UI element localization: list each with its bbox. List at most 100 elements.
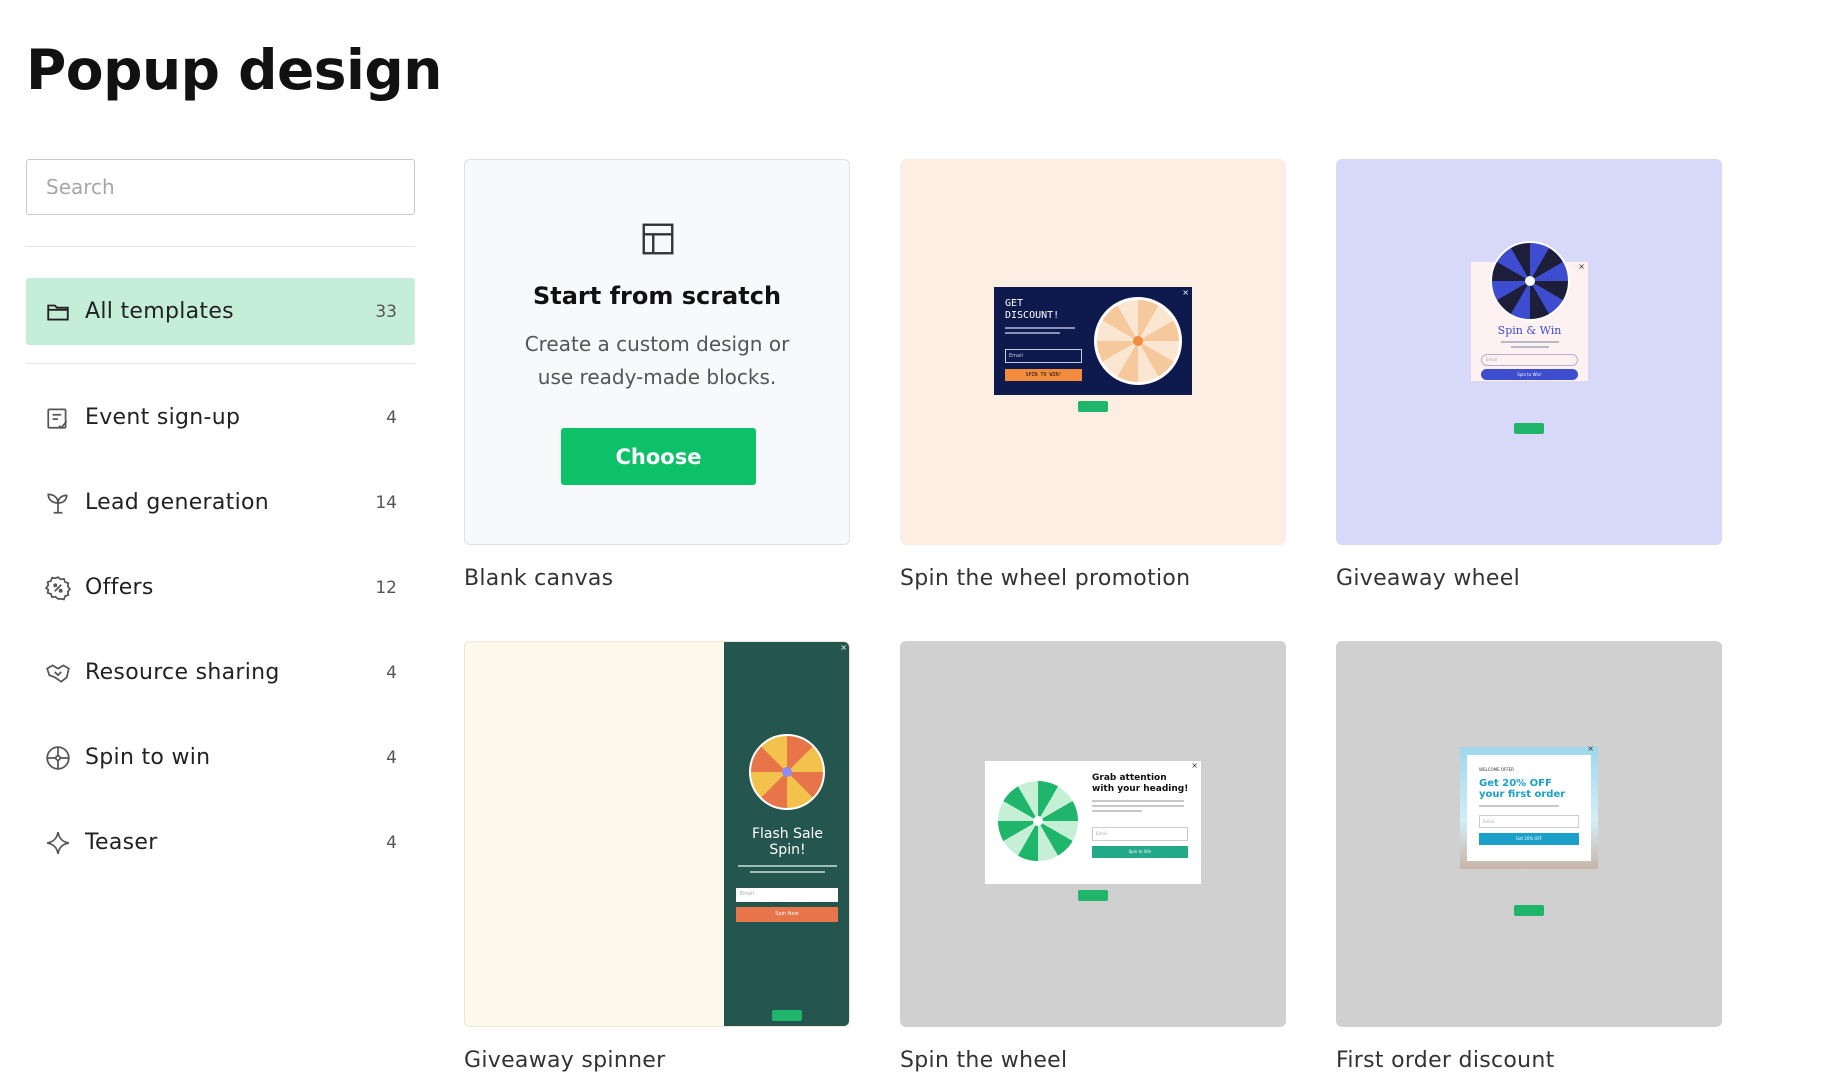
template-title[interactable]: Giveaway wheel xyxy=(1336,566,1722,591)
template-title[interactable]: Giveaway spinner xyxy=(464,1048,850,1073)
close-icon: × xyxy=(1578,262,1585,271)
template-thumbnail[interactable]: × Spin & Win Email Spin to Win! xyxy=(1336,159,1722,545)
start-from-scratch-heading: Start from scratch xyxy=(532,282,782,310)
preview-cta: Spin to Win! xyxy=(1481,369,1578,380)
choose-button[interactable]: Choose xyxy=(561,428,756,485)
preview-email-input: Email xyxy=(1481,354,1578,366)
wheel-center xyxy=(1525,276,1535,286)
template-card-first-order-discount[interactable]: WELCOME OFFER Get 20% OFF your first ord… xyxy=(1336,641,1722,1073)
preview-heading-line: DISCOUNT! xyxy=(1005,310,1060,321)
template-card-blank-canvas[interactable]: Start from scratch Create a custom desig… xyxy=(464,159,850,591)
preview-heading: Flash Sale Spin! xyxy=(724,826,849,858)
template-title[interactable]: Spin the wheel promotion xyxy=(900,566,1286,591)
preview-text xyxy=(738,865,837,867)
sidebar-item-teaser[interactable]: Teaser 4 xyxy=(26,800,415,885)
template-card-spin-the-wheel-promotion[interactable]: GET DISCOUNT! Email SPIN TO WIN! × Spin … xyxy=(900,159,1286,591)
preview-cta: Get 20% OFF xyxy=(1479,833,1579,845)
brand-badge xyxy=(1078,890,1108,901)
preview-email-input: Email xyxy=(1005,349,1082,363)
sparkle-icon xyxy=(44,829,72,857)
sidebar: All templates 33 Event sign-up 4 Lead ge… xyxy=(26,159,415,885)
template-card-giveaway-spinner[interactable]: × Flash Sale Spin! Email Spin Now Giveaw… xyxy=(464,641,850,1073)
preview-text xyxy=(1501,341,1559,343)
close-icon: × xyxy=(1191,761,1198,770)
template-title[interactable]: Spin the wheel xyxy=(900,1048,1286,1073)
sidebar-item-label: Event sign-up xyxy=(85,405,241,430)
preview-heading-line: GET xyxy=(1005,298,1024,309)
template-card-giveaway-wheel[interactable]: × Spin & Win Email Spin to Win! Giveaway… xyxy=(1336,159,1722,591)
brand-badge xyxy=(1514,423,1544,434)
divider xyxy=(26,363,415,364)
sidebar-item-offers[interactable]: Offers 12 xyxy=(26,545,415,630)
sidebar-item-label: Lead generation xyxy=(85,490,269,515)
preview-cta-label: SPIN TO WIN! xyxy=(1025,372,1062,378)
preview-heading: Spin & Win xyxy=(1471,324,1588,337)
sidebar-item-all-templates[interactable]: All templates 33 xyxy=(26,278,415,345)
sidebar-item-label: Resource sharing xyxy=(85,660,280,685)
brand-badge xyxy=(1514,905,1544,916)
sidebar-item-event-sign-up[interactable]: Event sign-up 4 xyxy=(26,375,415,460)
brand-badge xyxy=(1078,401,1108,412)
preview-cta: SPIN TO WIN! xyxy=(1005,369,1082,381)
sidebar-item-count: 4 xyxy=(386,832,397,853)
page-title: Popup design xyxy=(26,38,442,102)
close-icon: × xyxy=(1182,288,1189,297)
sidebar-item-count: 14 xyxy=(375,492,397,513)
preview-input-placeholder: Email xyxy=(1009,353,1023,359)
preview-text xyxy=(1005,327,1075,329)
preview-heading: Grab attention with your heading! xyxy=(1092,773,1188,795)
sidebar-item-count: 33 xyxy=(375,301,397,322)
brand-badge xyxy=(772,1010,802,1021)
preview-heading: GET DISCOUNT! xyxy=(1005,298,1059,322)
preview-heading-line: with your heading! xyxy=(1092,784,1189,794)
sidebar-item-spin-to-win[interactable]: Spin to win 4 xyxy=(26,715,415,800)
sidebar-item-count: 12 xyxy=(375,577,397,598)
template-card-spin-the-wheel[interactable]: × Grab attention with your heading! Emai… xyxy=(900,641,1286,1073)
sidebar-item-resource-sharing[interactable]: Resource sharing 4 xyxy=(26,630,415,715)
preview-email-input: Email xyxy=(736,888,838,902)
preview-cta: Spin to Win xyxy=(1092,846,1188,858)
preview-heading-line: Grab attention xyxy=(1092,773,1167,783)
popup-preview: WELCOME OFFER Get 20% OFF your first ord… xyxy=(1460,744,1598,869)
discount-badge-icon xyxy=(44,574,72,602)
layout-icon xyxy=(642,223,674,255)
template-thumbnail[interactable]: Start from scratch Create a custom desig… xyxy=(464,159,850,545)
sidebar-item-count: 4 xyxy=(386,407,397,428)
template-thumbnail[interactable]: WELCOME OFFER Get 20% OFF your first ord… xyxy=(1336,641,1722,1027)
preview-email-input: Email xyxy=(1479,815,1579,828)
preview-input-placeholder: Email xyxy=(1483,819,1495,824)
preview-card: WELCOME OFFER Get 20% OFF your first ord… xyxy=(1467,755,1591,861)
handshake-icon xyxy=(44,659,72,687)
preview-cta: Spin Now xyxy=(736,907,838,922)
template-thumbnail[interactable]: × Flash Sale Spin! Email Spin Now xyxy=(464,641,850,1027)
preview-kicker: WELCOME OFFER xyxy=(1479,767,1514,772)
popup-preview: × Grab attention with your heading! Emai… xyxy=(985,761,1201,884)
preview-text xyxy=(750,871,825,873)
popup-preview: × Flash Sale Spin! Email Spin Now xyxy=(724,642,849,1026)
sidebar-item-count: 4 xyxy=(386,747,397,768)
wheel-center xyxy=(782,767,792,777)
divider xyxy=(26,246,415,247)
template-thumbnail[interactable]: GET DISCOUNT! Email SPIN TO WIN! × xyxy=(900,159,1286,545)
preview-heading-text: Spin & Win xyxy=(1497,324,1562,337)
preview-text xyxy=(1092,805,1184,807)
preview-text xyxy=(1005,332,1060,334)
template-title[interactable]: Blank canvas xyxy=(464,566,850,591)
sidebar-item-label: Spin to win xyxy=(85,745,211,770)
sidebar-item-label: Teaser xyxy=(85,830,158,855)
preview-heading-line: your first order xyxy=(1479,789,1566,800)
preview-text xyxy=(1479,805,1559,807)
sidebar-item-lead-generation[interactable]: Lead generation 14 xyxy=(26,460,415,545)
preview-text xyxy=(1511,346,1549,348)
preview-text xyxy=(1092,810,1142,812)
search-input[interactable] xyxy=(26,159,415,215)
preview-heading-line: Flash Sale xyxy=(751,826,824,842)
preview-cta-label: Spin to Win xyxy=(1128,849,1152,854)
preview-cta-label: Spin to Win! xyxy=(1517,372,1542,377)
preview-text xyxy=(1092,800,1184,802)
preview-heading-line: Get 20% OFF xyxy=(1479,778,1552,789)
sidebar-item-label: All templates xyxy=(85,299,234,324)
template-title[interactable]: First order discount xyxy=(1336,1048,1722,1073)
preview-email-input: Email xyxy=(1092,827,1188,841)
template-thumbnail[interactable]: × Grab attention with your heading! Emai… xyxy=(900,641,1286,1027)
